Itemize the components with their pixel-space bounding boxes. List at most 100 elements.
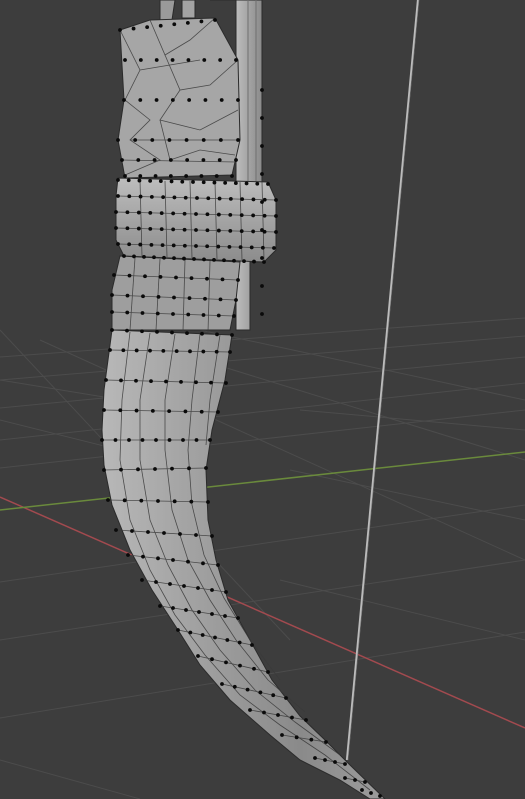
mesh-vertex[interactable] xyxy=(271,693,276,698)
mesh-vertex[interactable] xyxy=(154,98,159,102)
mesh-vertex[interactable] xyxy=(251,213,256,218)
mesh-vertex[interactable] xyxy=(121,348,126,353)
mesh-vertex[interactable] xyxy=(149,242,154,247)
mesh-vertex[interactable] xyxy=(214,174,219,178)
mesh-vertex[interactable] xyxy=(260,284,264,288)
mesh-vertex[interactable] xyxy=(260,200,264,204)
mesh-vertex[interactable] xyxy=(223,614,227,618)
mesh-vertex[interactable] xyxy=(239,229,244,234)
mesh-vertex[interactable] xyxy=(116,242,120,246)
mesh-vertex[interactable] xyxy=(114,210,118,214)
mesh-vertex[interactable] xyxy=(201,349,206,354)
mesh-vertex[interactable] xyxy=(196,654,200,658)
mesh-vertex[interactable] xyxy=(171,243,176,248)
mesh-vertex[interactable] xyxy=(123,58,127,62)
mesh-vertex[interactable] xyxy=(136,467,140,472)
mesh-vertex[interactable] xyxy=(210,612,214,616)
mesh-vertex[interactable] xyxy=(154,438,158,442)
mesh-vertex[interactable] xyxy=(184,138,189,142)
mesh-vertex[interactable] xyxy=(249,245,254,250)
mesh-vertex[interactable] xyxy=(194,228,198,232)
mesh-vertex[interactable] xyxy=(276,713,280,717)
mesh-vertex[interactable] xyxy=(260,116,264,120)
mesh-vertex[interactable] xyxy=(220,277,225,282)
mesh-vertex[interactable] xyxy=(200,633,205,637)
mesh-vertex[interactable] xyxy=(138,242,143,247)
mesh-vertex[interactable] xyxy=(204,466,208,470)
mesh-vertex[interactable] xyxy=(126,178,131,183)
mesh-vertex[interactable] xyxy=(114,226,118,230)
mesh-vertex[interactable] xyxy=(116,178,120,182)
mesh-vertex[interactable] xyxy=(220,682,224,686)
mesh-vertex[interactable] xyxy=(202,58,207,62)
mesh-vertex[interactable] xyxy=(205,228,210,233)
mesh-vertex[interactable] xyxy=(158,23,163,28)
mesh-vertex[interactable] xyxy=(168,158,173,162)
mesh-vertex[interactable] xyxy=(313,756,317,760)
mesh-vertex[interactable] xyxy=(197,610,201,614)
mesh-vertex[interactable] xyxy=(203,296,207,301)
mesh-vertex[interactable] xyxy=(323,758,327,762)
mesh-vertex[interactable] xyxy=(208,438,212,442)
mesh-vertex[interactable] xyxy=(172,499,177,504)
mesh-vertex[interactable] xyxy=(210,534,214,538)
mesh-vertex[interactable] xyxy=(196,586,200,590)
mesh-vertex[interactable] xyxy=(125,328,129,333)
mesh-vertex[interactable] xyxy=(201,180,206,185)
mesh-vertex[interactable] xyxy=(114,528,118,532)
mesh-vertex[interactable] xyxy=(148,348,152,353)
mesh-vertex[interactable] xyxy=(182,256,186,261)
mesh-vertex[interactable] xyxy=(123,174,127,178)
mesh-vertex[interactable] xyxy=(222,258,226,263)
mesh-vertex[interactable] xyxy=(186,312,191,317)
mesh-vertex[interactable] xyxy=(187,98,192,102)
mesh-vertex[interactable] xyxy=(122,254,126,258)
mesh-vertex[interactable] xyxy=(199,409,204,414)
mesh-vertex[interactable] xyxy=(242,259,246,264)
mesh-vertex[interactable] xyxy=(118,408,123,413)
mesh-vertex[interactable] xyxy=(171,558,175,562)
mesh-vertex[interactable] xyxy=(106,498,110,502)
mesh-vertex[interactable] xyxy=(185,20,190,25)
mesh-vertex[interactable] xyxy=(260,88,264,92)
mesh-vertex[interactable] xyxy=(159,227,164,232)
mesh-vertex[interactable] xyxy=(110,293,114,297)
mesh-vertex[interactable] xyxy=(140,329,144,334)
mesh-vertex[interactable] xyxy=(238,245,243,250)
mesh-vertex[interactable] xyxy=(143,274,147,279)
mesh-vertex[interactable] xyxy=(227,244,232,249)
mesh-vertex[interactable] xyxy=(148,178,153,183)
mesh-vertex[interactable] xyxy=(174,349,179,354)
mesh-vertex[interactable] xyxy=(178,532,182,536)
mesh-vertex[interactable] xyxy=(156,294,161,299)
mesh-vertex[interactable] xyxy=(186,58,191,62)
mesh-vertex[interactable] xyxy=(240,197,245,202)
mesh-vertex[interactable] xyxy=(167,138,172,142)
mesh-vertex[interactable] xyxy=(216,563,220,567)
mesh-vertex[interactable] xyxy=(290,715,294,720)
mesh-vertex[interactable] xyxy=(309,737,314,742)
mesh-vertex[interactable] xyxy=(158,604,162,608)
mesh-vertex[interactable] xyxy=(191,180,195,184)
mesh-vertex[interactable] xyxy=(212,180,217,185)
mesh-vertex[interactable] xyxy=(164,379,168,384)
mesh-vertex[interactable] xyxy=(127,194,132,199)
mesh-vertex[interactable] xyxy=(131,26,136,31)
shaft-object[interactable] xyxy=(345,0,420,761)
mesh-vertex[interactable] xyxy=(100,438,104,442)
mesh-vertex[interactable] xyxy=(180,179,185,184)
mesh-vertex[interactable] xyxy=(224,590,228,594)
mesh-vertex[interactable] xyxy=(201,561,205,566)
mesh-vertex[interactable] xyxy=(183,195,188,200)
mesh-vertex[interactable] xyxy=(134,348,139,353)
mesh-vertex[interactable] xyxy=(194,212,198,216)
mesh-vertex[interactable] xyxy=(155,311,160,316)
mesh-vertex[interactable] xyxy=(230,174,234,178)
mesh-vertex[interactable] xyxy=(134,378,138,383)
mesh-vertex[interactable] xyxy=(266,182,270,186)
mesh-vertex[interactable] xyxy=(262,260,266,264)
mesh-vertex[interactable] xyxy=(225,638,230,642)
mesh-vertex[interactable] xyxy=(126,553,130,557)
mesh-vertex[interactable] xyxy=(201,138,206,142)
mesh-vertex[interactable] xyxy=(224,660,228,665)
